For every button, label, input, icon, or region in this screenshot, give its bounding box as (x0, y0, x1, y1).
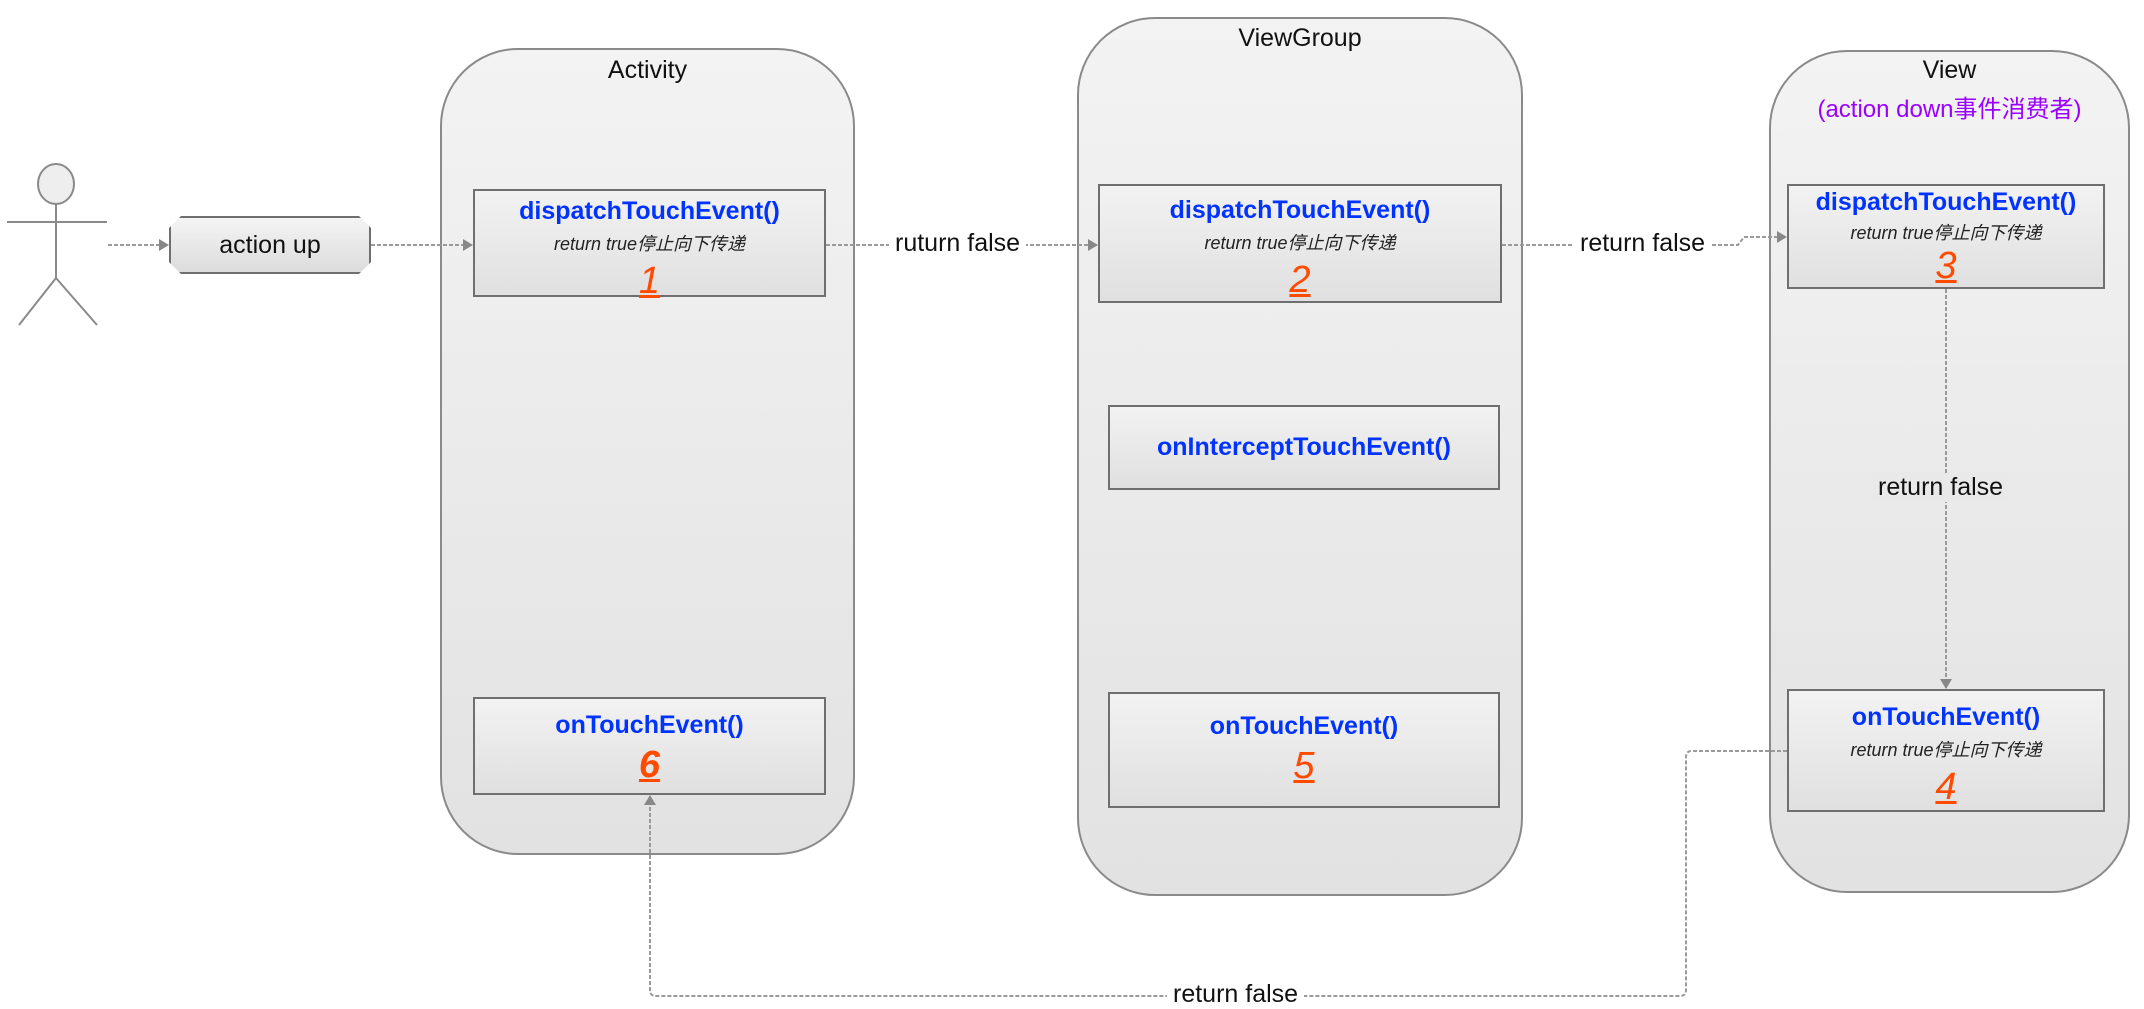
method-name: onInterceptTouchEvent() (1157, 433, 1451, 461)
view-touch-box: onTouchEvent() return true停止向下传递 4 (1787, 689, 2105, 812)
method-note: return true停止向下传递 (1850, 740, 2042, 760)
step-number: 1 (638, 260, 661, 302)
method-name: dispatchTouchEvent() (1815, 188, 2077, 216)
stick-figure-icon (7, 163, 107, 326)
method-note: return true停止向下传递 (1204, 233, 1396, 253)
step-number: 2 (1289, 259, 1311, 301)
activity-touch-box: onTouchEvent() 6 (473, 697, 826, 795)
step-number: 5 (1293, 745, 1315, 787)
edge-label: ruturn false (889, 229, 1027, 258)
method-name: dispatchTouchEvent() (519, 197, 780, 225)
method-note: return true停止向下传递 (1850, 223, 2042, 243)
view-dispatch-box: dispatchTouchEvent() return true停止向下传递 3 (1787, 184, 2105, 289)
connectors (108, 231, 1952, 997)
method-name: dispatchTouchEvent() (1169, 196, 1431, 224)
method-name: onTouchEvent() (1209, 712, 1399, 740)
step-number: 3 (1935, 245, 1957, 287)
method-name: onTouchEvent() (555, 711, 744, 739)
method-name: onTouchEvent() (1851, 703, 2041, 731)
viewgroup-intercept-box: onInterceptTouchEvent() (1108, 405, 1500, 490)
step-number: 6 (638, 744, 661, 786)
edge-label: return false (1872, 473, 2010, 502)
viewgroup-touch-box: onTouchEvent() 5 (1108, 692, 1500, 808)
edge-label: return false (1574, 229, 1712, 258)
viewgroup-dispatch-box: dispatchTouchEvent() return true停止向下传递 2 (1098, 184, 1502, 303)
action-up-node: action up (169, 216, 371, 274)
edge-label: return false (1167, 980, 1305, 1009)
step-number: 4 (1935, 766, 1957, 808)
method-note: return true停止向下传递 (553, 234, 746, 254)
activity-dispatch-box: dispatchTouchEvent() return true停止向下传递 1 (473, 189, 826, 302)
